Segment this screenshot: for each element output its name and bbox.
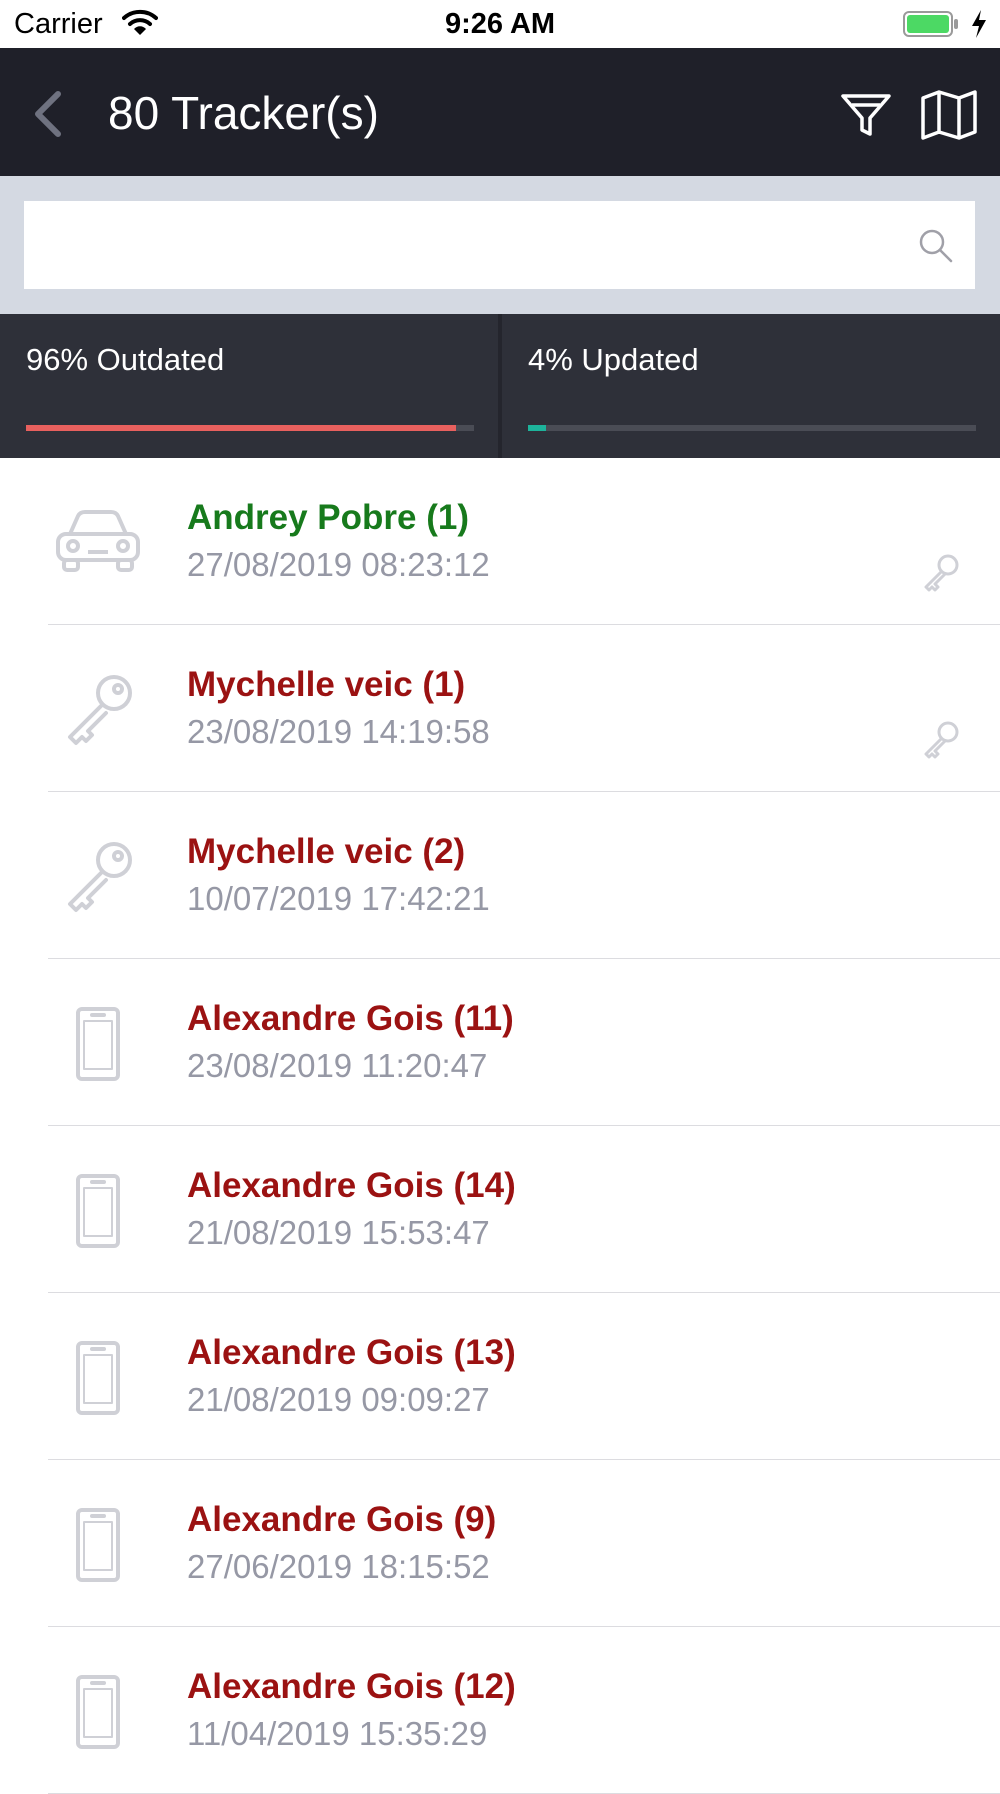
tracker-timestamp: 23/08/2019 11:20:47 — [187, 1047, 488, 1084]
map-icon[interactable] — [920, 88, 978, 140]
tracker-name: Alexandre Gois (12) — [187, 1667, 516, 1706]
outdated-label: 96% Outdated — [26, 342, 225, 377]
outdated-filter[interactable]: 96% Outdated — [0, 314, 498, 458]
updated-label: 4% Updated — [528, 342, 699, 377]
back-arrow-icon[interactable] — [30, 90, 64, 138]
tracker-row[interactable]: Alexandre Gois (13) 21/08/2019 09:09:27 — [0, 1293, 1000, 1460]
car-icon — [48, 498, 148, 588]
phone-icon — [48, 1333, 148, 1423]
tracker-name: Mychelle veic (2) — [187, 832, 466, 871]
tracker-row[interactable]: Mychelle veic (2) 10/07/2019 17:42:21 — [0, 792, 1000, 959]
key-icon — [920, 719, 962, 761]
tracker-name: Alexandre Gois (13) — [187, 1333, 516, 1372]
tracker-timestamp: 21/08/2019 15:53:47 — [187, 1214, 490, 1251]
status-bar: Carrier 9:26 AM — [0, 0, 1000, 48]
battery-icon — [903, 11, 958, 37]
updated-progress-fill — [528, 425, 546, 431]
tracker-row[interactable]: Alexandre Gois (11) 23/08/2019 11:20:47 — [0, 959, 1000, 1126]
page-title: 80 Tracker(s) — [108, 87, 379, 139]
tracker-name: Alexandre Gois (11) — [187, 999, 514, 1038]
updated-progress-track — [528, 425, 976, 431]
tracker-timestamp: 11/04/2019 15:35:29 — [187, 1715, 488, 1752]
tracker-name: Alexandre Gois (9) — [187, 1500, 497, 1539]
tracker-row[interactable]: Andrey Pobre (1) 27/08/2019 08:23:12 — [0, 458, 1000, 625]
phone-icon — [48, 999, 148, 1089]
phone-icon — [48, 1667, 148, 1757]
phone-icon — [48, 1166, 148, 1256]
clock-label: 9:26 AM — [444, 8, 556, 40]
key-icon — [48, 665, 148, 755]
key-icon — [920, 552, 962, 594]
search-input[interactable] — [24, 201, 975, 289]
tracker-name: Andrey Pobre (1) — [187, 498, 469, 537]
tracker-list: Andrey Pobre (1) 27/08/2019 08:23:12 Myc… — [0, 458, 1000, 1794]
search-bar — [0, 176, 1000, 314]
outdated-progress-fill — [26, 425, 457, 431]
tracker-row[interactable]: Alexandre Gois (12) 11/04/2019 15:35:29 — [0, 1627, 1000, 1794]
tracker-timestamp: 23/08/2019 14:19:58 — [187, 713, 490, 750]
tracker-timestamp: 27/06/2019 18:15:52 — [187, 1548, 490, 1585]
search-icon[interactable] — [918, 228, 954, 264]
tracker-row[interactable]: Alexandre Gois (9) 27/06/2019 18:15:52 — [0, 1460, 1000, 1627]
charging-icon — [972, 10, 986, 38]
filter-icon[interactable] — [840, 88, 892, 140]
tracker-name: Mychelle veic (1) — [187, 665, 466, 704]
tracker-row[interactable]: Alexandre Gois (14) 21/08/2019 15:53:47 — [0, 1126, 1000, 1293]
status-summary: 96% Outdated 4% Updated — [0, 314, 1000, 458]
navigation-bar: 80 Tracker(s) — [0, 48, 1000, 176]
tracker-name: Alexandre Gois (14) — [187, 1166, 516, 1205]
tracker-timestamp: 10/07/2019 17:42:21 — [187, 880, 490, 917]
tracker-timestamp: 21/08/2019 09:09:27 — [187, 1381, 490, 1418]
phone-icon — [48, 1500, 148, 1590]
tracker-timestamp: 27/08/2019 08:23:12 — [187, 546, 490, 583]
tracker-row[interactable]: Mychelle veic (1) 23/08/2019 14:19:58 — [0, 625, 1000, 792]
outdated-progress-track — [26, 425, 474, 431]
updated-filter[interactable]: 4% Updated — [502, 314, 1000, 458]
key-icon — [48, 832, 148, 922]
